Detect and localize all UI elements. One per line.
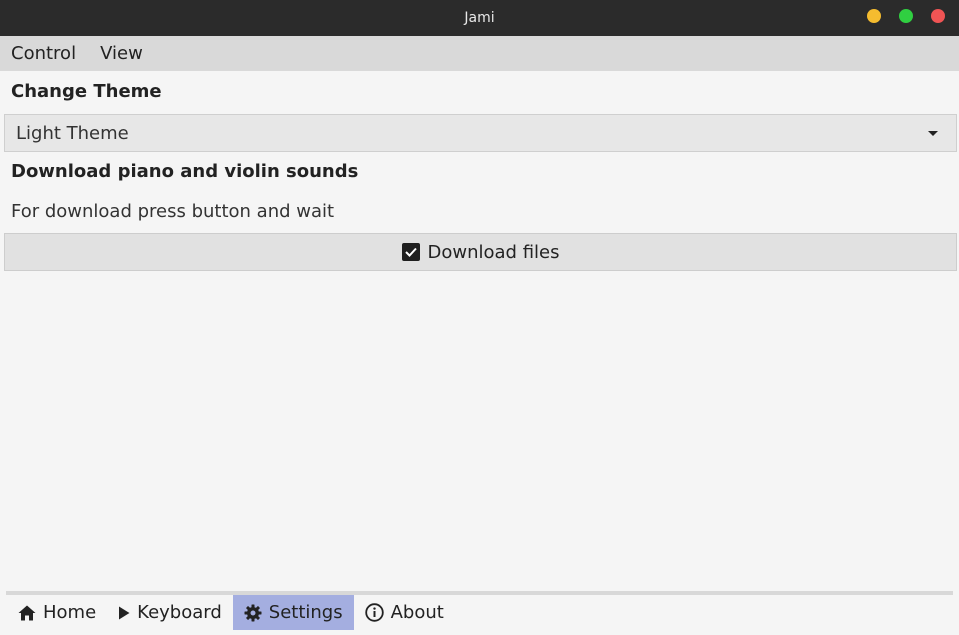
tab-keyboard[interactable]: Keyboard: [107, 595, 233, 630]
checkbox-checked-icon: [401, 243, 420, 261]
download-files-label: Download files: [427, 241, 560, 263]
download-heading: Download piano and violin sounds: [11, 161, 359, 182]
tab-home[interactable]: Home: [7, 595, 107, 630]
play-icon: [118, 606, 130, 620]
menubar: Control View: [0, 36, 959, 71]
window-titlebar: Jami: [0, 0, 959, 36]
window-title: Jami: [464, 10, 495, 26]
tab-keyboard-label: Keyboard: [137, 602, 222, 623]
theme-select-value: Light Theme: [16, 122, 129, 144]
close-button[interactable]: [931, 9, 945, 23]
settings-page: Change Theme Light Theme Download piano …: [0, 71, 959, 591]
menu-control[interactable]: Control: [11, 43, 76, 64]
home-icon: [18, 605, 36, 621]
theme-heading: Change Theme: [11, 81, 162, 102]
tab-about-label: About: [390, 602, 444, 623]
tab-settings-label: Settings: [268, 602, 343, 623]
gear-icon: [244, 604, 262, 622]
info-icon: [364, 603, 384, 622]
download-files-button[interactable]: Download files: [4, 233, 957, 271]
tab-home-label: Home: [43, 602, 97, 623]
tab-about[interactable]: About: [354, 595, 455, 630]
download-hint: For download press button and wait: [11, 201, 335, 222]
window-controls: [867, 9, 945, 23]
dropdown-caret-icon: [928, 131, 938, 136]
minimize-button[interactable]: [867, 9, 881, 23]
maximize-button[interactable]: [899, 9, 913, 23]
menu-view[interactable]: View: [100, 43, 143, 64]
theme-select[interactable]: Light Theme: [4, 114, 957, 152]
tab-settings[interactable]: Settings: [232, 595, 354, 630]
bottom-tabbar: Home Keyboard Settings About: [7, 595, 455, 630]
